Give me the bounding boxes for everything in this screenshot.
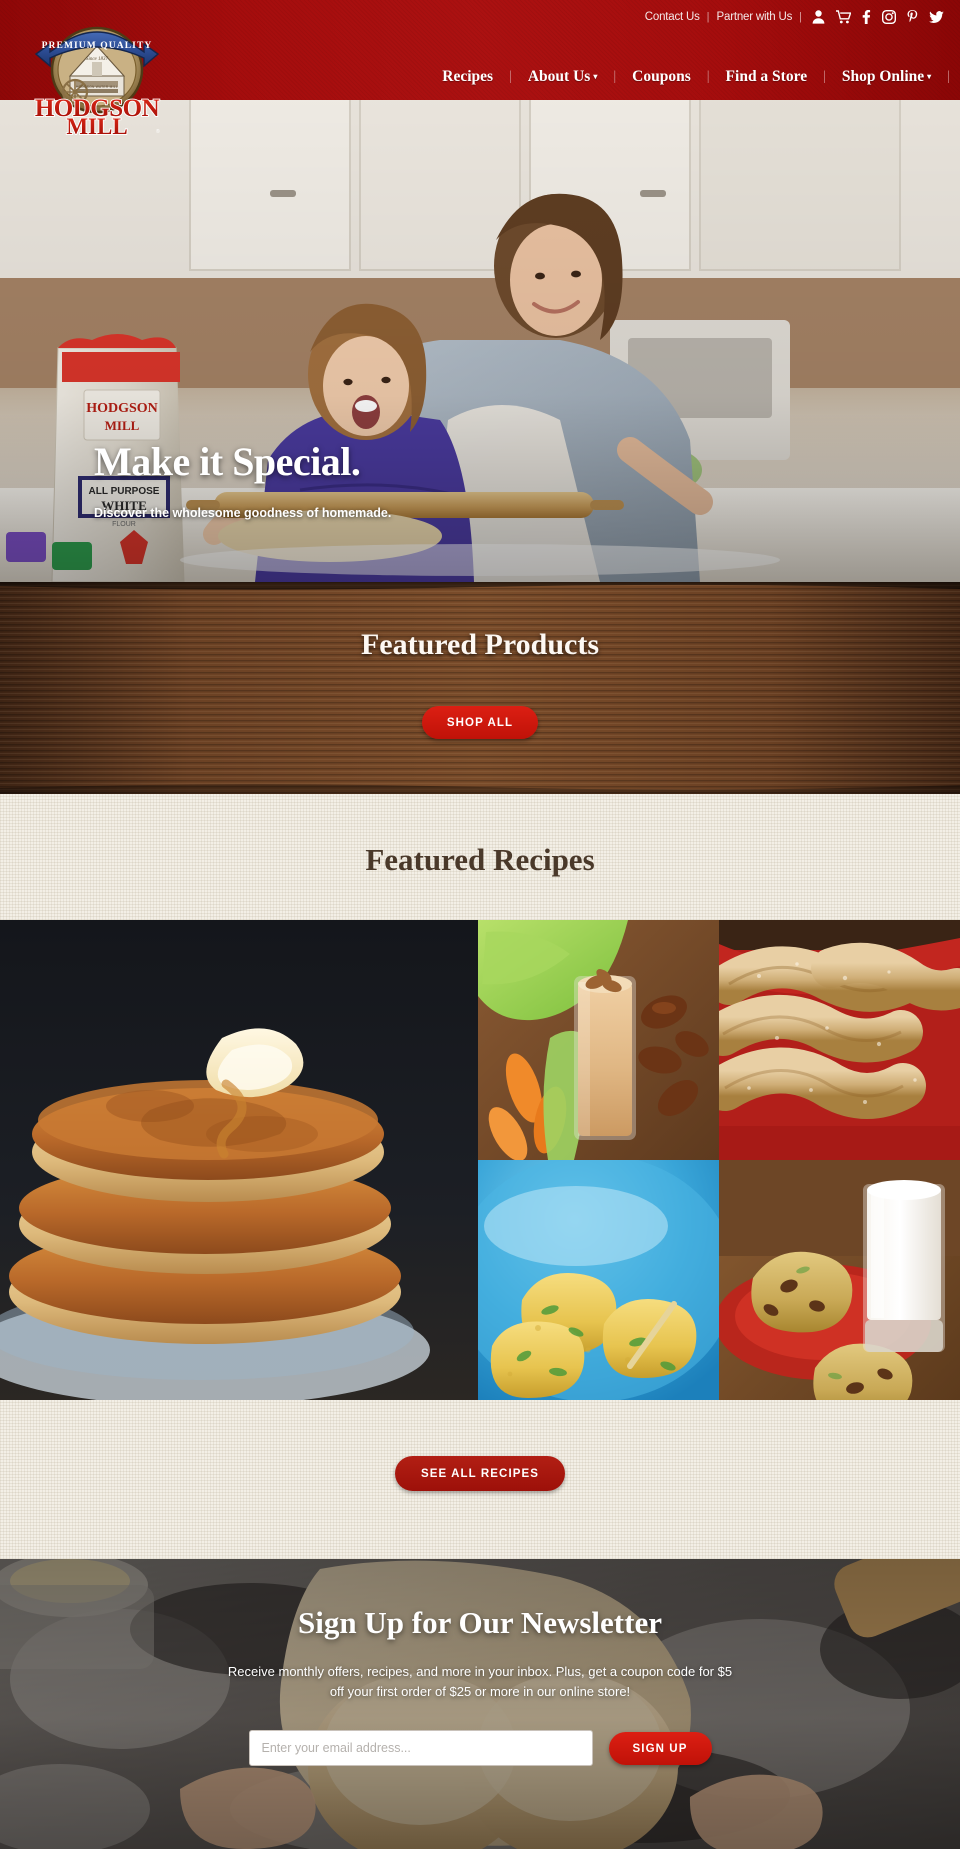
facebook-icon[interactable]: [862, 10, 871, 24]
partner-with-us-link[interactable]: Partner with Us: [710, 11, 800, 23]
twitter-icon[interactable]: [929, 10, 944, 24]
utility-icon-group: [812, 10, 944, 24]
newsletter-description: Receive monthly offers, recipes, and mor…: [227, 1664, 733, 1700]
recipe-tile-crescents[interactable]: [719, 920, 960, 1160]
shopping-cart-icon[interactable]: [836, 10, 851, 24]
logo-mill-sign-text: HODGSON WATER MILL: [76, 85, 118, 89]
hero-title: Make it Special.: [94, 439, 361, 484]
nav-shop-online[interactable]: Shop Online ▾: [826, 68, 947, 86]
recipe-tile-smoothie[interactable]: [478, 920, 719, 1160]
utility-navigation: Contact Us | Partner with Us |: [638, 10, 944, 24]
cookies-and-milk-image: [719, 1160, 960, 1400]
newsletter-signup-button[interactable]: SIGN UP: [608, 1731, 712, 1765]
logo-since-text: Since 1837: [86, 57, 109, 62]
newsletter-email-input[interactable]: [248, 1730, 593, 1767]
logo-registered-mark: ®: [156, 128, 160, 135]
account-icon[interactable]: [812, 10, 825, 24]
instagram-icon[interactable]: [882, 10, 896, 24]
hero-banner: HODGSON MILL ALL PURPOSE WHITE FLOUR Mak…: [0, 90, 960, 582]
crescent-roll-group: [719, 942, 960, 1119]
hodgson-mill-logo[interactable]: PREMIUM QUALITY Since 1837 HODGSON WATER…: [28, 18, 166, 136]
featured-products-title: Featured Products: [360, 628, 600, 661]
shop-all-button[interactable]: SHOP ALL: [421, 706, 539, 739]
newsletter-section: Sign Up for Our Newsletter Receive month…: [0, 1559, 960, 1849]
logo-premium-quality-text: PREMIUM QUALITY: [42, 41, 153, 51]
milk-glass: [863, 1180, 945, 1352]
see-all-recipes-container: SEE ALL RECIPES: [0, 1400, 960, 1559]
hero-text-block: Make it Special. Discover the wholesome …: [94, 439, 392, 521]
recipe-tile-pancakes[interactable]: [0, 920, 478, 1400]
chevron-down-icon: ▾: [593, 72, 598, 81]
recipe-tile-corn-muffins[interactable]: [478, 1160, 719, 1400]
corn-muffins-image: [478, 1160, 719, 1400]
nav-separator-5: |: [947, 69, 950, 84]
hero-subtitle: Discover the wholesome goodness of homem…: [94, 506, 392, 520]
smoothie-image: [478, 920, 719, 1160]
newsletter-title: Sign Up for Our Newsletter: [298, 1605, 662, 1640]
crescent-rolls-image: [719, 920, 960, 1160]
pancakes-image: [0, 920, 478, 1400]
nav-recipes[interactable]: Recipes: [426, 68, 509, 86]
featured-products-section: Featured Products SHOP ALL: [0, 582, 960, 794]
newsletter-form: SIGN UP: [0, 1730, 960, 1767]
nav-find-a-store[interactable]: Find a Store: [710, 68, 824, 86]
nav-about-us[interactable]: About Us ▾: [512, 68, 613, 86]
nav-coupons[interactable]: Coupons: [616, 68, 707, 86]
smoothie-glass: [574, 969, 636, 1140]
pinterest-icon[interactable]: [907, 10, 918, 24]
featured-recipes-section: Featured Recipes SEE ALL RECIPES: [0, 794, 960, 1559]
main-navigation: Recipes | About Us ▾ | Coupons | Find a S…: [426, 68, 950, 86]
shop-all-container: SHOP ALL: [0, 706, 960, 739]
homepage: Contact Us | Partner with Us | Recipes |…: [0, 0, 960, 1849]
featured-recipes-title: Featured Recipes: [365, 842, 595, 877]
utility-separator-2: |: [799, 11, 802, 23]
logo-mill-text: MILL: [66, 114, 127, 136]
recipe-image-grid: [0, 920, 960, 1400]
recipe-tile-cookies[interactable]: [719, 1160, 960, 1400]
see-all-recipes-button[interactable]: SEE ALL RECIPES: [394, 1456, 566, 1491]
newsletter-content: Sign Up for Our Newsletter Receive month…: [0, 1559, 960, 1767]
chevron-down-icon: ▾: [927, 72, 932, 81]
contact-us-link[interactable]: Contact Us: [638, 11, 707, 23]
